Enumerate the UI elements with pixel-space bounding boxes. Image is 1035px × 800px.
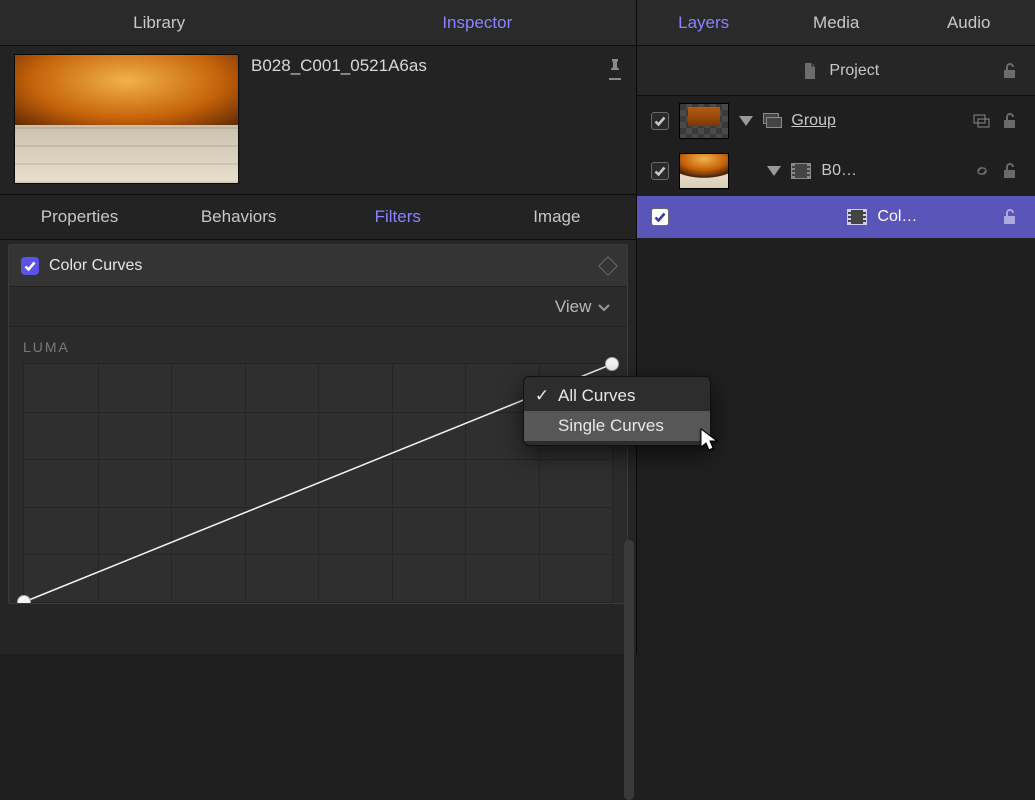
pin-icon[interactable] bbox=[606, 54, 624, 80]
top-tabs: Library Inspector bbox=[0, 0, 636, 46]
view-menu-popover: ✓ All Curves Single Curves bbox=[523, 376, 711, 446]
keyframe-icon[interactable] bbox=[598, 256, 618, 276]
clip-thumbnail-small bbox=[679, 153, 729, 189]
inspector-scrollbar[interactable] bbox=[624, 540, 634, 800]
filter-enable-checkbox[interactable] bbox=[21, 257, 39, 275]
menu-item-label: Single Curves bbox=[558, 416, 664, 436]
tab-layers[interactable]: Layers bbox=[637, 0, 770, 45]
group-thumbnail bbox=[679, 103, 729, 139]
disclosure-triangle-icon[interactable] bbox=[739, 116, 753, 126]
layer-row-clip[interactable]: B0… bbox=[637, 146, 1035, 196]
layer-row-group[interactable]: Group bbox=[637, 96, 1035, 146]
tab-library[interactable]: Library bbox=[0, 0, 318, 45]
disclosure-triangle-icon[interactable] bbox=[767, 166, 781, 176]
group-label[interactable]: Group bbox=[791, 112, 835, 130]
view-label: View bbox=[555, 297, 592, 317]
menu-item-single-curves[interactable]: Single Curves bbox=[524, 411, 710, 441]
filter-panel-header: Color Curves bbox=[9, 245, 627, 287]
right-pane: Layers Media Audio Project Group bbox=[637, 0, 1035, 654]
video-clip-icon bbox=[791, 163, 811, 179]
clip-name: B028_C001_0521A6as bbox=[251, 54, 594, 76]
tab-filters[interactable]: Filters bbox=[318, 195, 477, 239]
menu-item-all-curves[interactable]: ✓ All Curves bbox=[524, 381, 710, 411]
layer-row-effect[interactable]: Col… bbox=[637, 196, 1035, 238]
lock-icon[interactable] bbox=[1001, 162, 1019, 180]
layer-row-project[interactable]: Project bbox=[637, 46, 1035, 96]
link-icon[interactable] bbox=[973, 162, 991, 180]
lock-icon[interactable] bbox=[1001, 208, 1019, 226]
effect-visible-checkbox[interactable] bbox=[651, 208, 669, 226]
inspector-body: Color Curves View LUMA bbox=[0, 240, 636, 654]
curve-handle-black[interactable] bbox=[17, 595, 31, 604]
curve-channel-label: LUMA bbox=[9, 327, 627, 363]
tab-audio[interactable]: Audio bbox=[902, 0, 1035, 45]
tab-image[interactable]: Image bbox=[477, 195, 636, 239]
mouse-cursor-icon bbox=[700, 428, 722, 459]
effect-label[interactable]: Col… bbox=[877, 208, 917, 226]
group-icon bbox=[763, 113, 781, 129]
clip-header: B028_C001_0521A6as bbox=[0, 46, 636, 194]
view-dropdown[interactable]: View bbox=[9, 287, 627, 327]
chevron-down-icon bbox=[597, 300, 611, 314]
lock-icon[interactable] bbox=[1001, 112, 1019, 130]
tab-media[interactable]: Media bbox=[770, 0, 903, 45]
filter-title: Color Curves bbox=[49, 257, 591, 275]
tab-behaviors[interactable]: Behaviors bbox=[159, 195, 318, 239]
document-icon bbox=[801, 62, 819, 80]
inspector-sub-tabs: Properties Behaviors Filters Image bbox=[0, 194, 636, 240]
app-root: Library Inspector B028_C001_0521A6as Pro… bbox=[0, 0, 1035, 654]
clip-visible-checkbox[interactable] bbox=[651, 162, 669, 180]
clip-label[interactable]: B0… bbox=[821, 162, 857, 180]
project-label: Project bbox=[829, 62, 879, 80]
tab-inspector[interactable]: Inspector bbox=[318, 0, 636, 45]
lock-icon[interactable] bbox=[1001, 62, 1019, 80]
curve-handle-white[interactable] bbox=[605, 357, 619, 371]
filter-icon bbox=[847, 209, 867, 225]
menu-item-label: All Curves bbox=[558, 386, 635, 406]
right-tabs: Layers Media Audio bbox=[637, 0, 1035, 46]
tab-properties[interactable]: Properties bbox=[0, 195, 159, 239]
group-visible-checkbox[interactable] bbox=[651, 112, 669, 130]
pass-through-icon[interactable] bbox=[973, 112, 991, 130]
checkmark-icon: ✓ bbox=[534, 386, 550, 406]
left-pane: Library Inspector B028_C001_0521A6as Pro… bbox=[0, 0, 636, 654]
clip-thumbnail[interactable] bbox=[14, 54, 239, 184]
